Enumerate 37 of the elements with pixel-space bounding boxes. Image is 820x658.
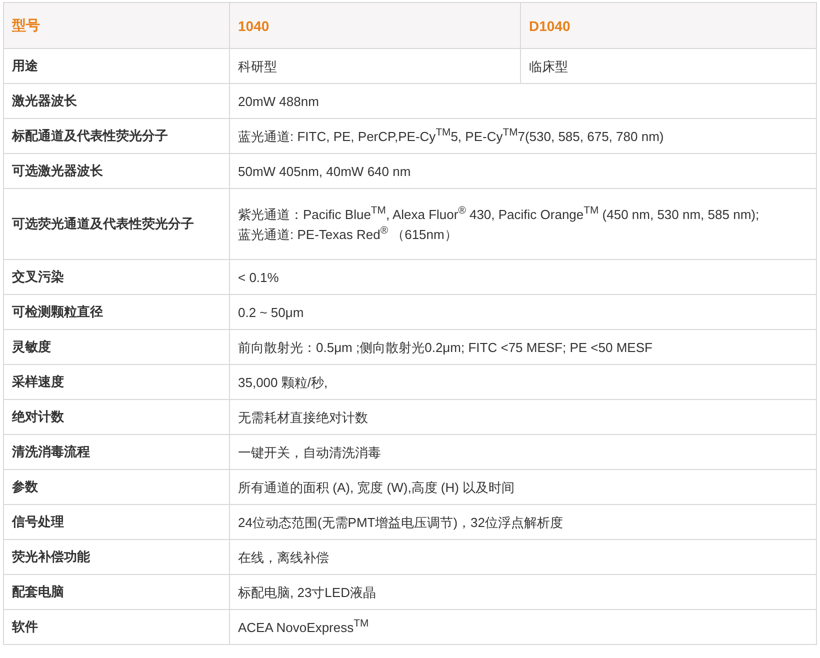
cell-text: 20mW 488nm <box>238 94 319 108</box>
row-label: 绝对计数 <box>12 409 64 424</box>
header-cell: 1040 <box>238 18 270 34</box>
cell-text: 0.2 ~ 50μm <box>238 304 304 320</box>
cell-text: 科研型 <box>238 58 277 74</box>
cell-text: 24位动态范围(无需PMT增益电压调节)，32位浮点解析度 <box>238 514 564 530</box>
cell-text: < 0.1% <box>238 270 279 284</box>
cell-text: 一键开关，自动清洗消毒 <box>238 444 381 460</box>
cell-text: 在线，离线补偿 <box>238 550 329 564</box>
row-label: 荧光补偿功能 <box>12 549 90 564</box>
row-label: 激光器波长 <box>12 93 77 108</box>
row-label: 可检测颗粒直径 <box>12 304 103 319</box>
row-label: 灵敏度 <box>12 339 51 354</box>
cell-text: 蓝光通道: FITC, PE, PerCP,PE-Cy$^{TM}$5, PE-Cy$^{TM}$7(530, 585, 675, 780 nm) <box>238 128 664 144</box>
header-cell: D1040 <box>529 18 570 34</box>
cell-text: 所有通道的面积 (A), 宽度 (W),高度 (H) 以及时间 <box>238 480 515 494</box>
row-label: 标配通道及代表性荧光分子 <box>12 128 168 143</box>
row-label: 软件 <box>12 619 38 634</box>
row-label: 信号处理 <box>12 514 64 529</box>
row-label: 可选激光器波长 <box>12 163 103 178</box>
header-cell: 型号 <box>12 16 40 32</box>
row-label: 清洗消毒流程 <box>12 444 90 459</box>
cell-text: 紫光通道：Pacific Blue$^{TM}$, Alexa Fluor$^{®}$ 430, Pacific Orange$^{TM}$ (450 nm, 530 nm, 585 nm); <box>238 206 760 222</box>
row-label: 采样速度 <box>12 374 64 389</box>
row-label: 用途 <box>12 58 38 73</box>
row-label: 参数 <box>12 479 38 494</box>
cell-text: 50mW 405nm, 40mW 640 nm <box>238 164 411 178</box>
row-label: 配套电脑 <box>12 584 64 599</box>
cell-text: ACEA NovoExpress$^{TM}$ <box>238 620 369 634</box>
cell-text: 无需耗材直接绝对计数 <box>238 410 368 424</box>
row-label: 可选荧光通道及代表性荧光分子 <box>12 216 194 231</box>
cell-text: 临床型 <box>529 58 568 74</box>
cell-text: 35,000 颗粒/秒, <box>238 374 328 390</box>
cell-text: 前向散射光：0.5μm ;侧向散射光0.2μm; FITC <75 MESF; PE <50 MESF <box>238 340 652 354</box>
row-label: 交叉污染 <box>12 269 64 284</box>
cell-text: 蓝光通道: PE-Texas Red$^{®}$ （615nm） <box>238 226 458 242</box>
cell-text: 标配电脑, 23寸LED液晶 <box>238 584 376 600</box>
